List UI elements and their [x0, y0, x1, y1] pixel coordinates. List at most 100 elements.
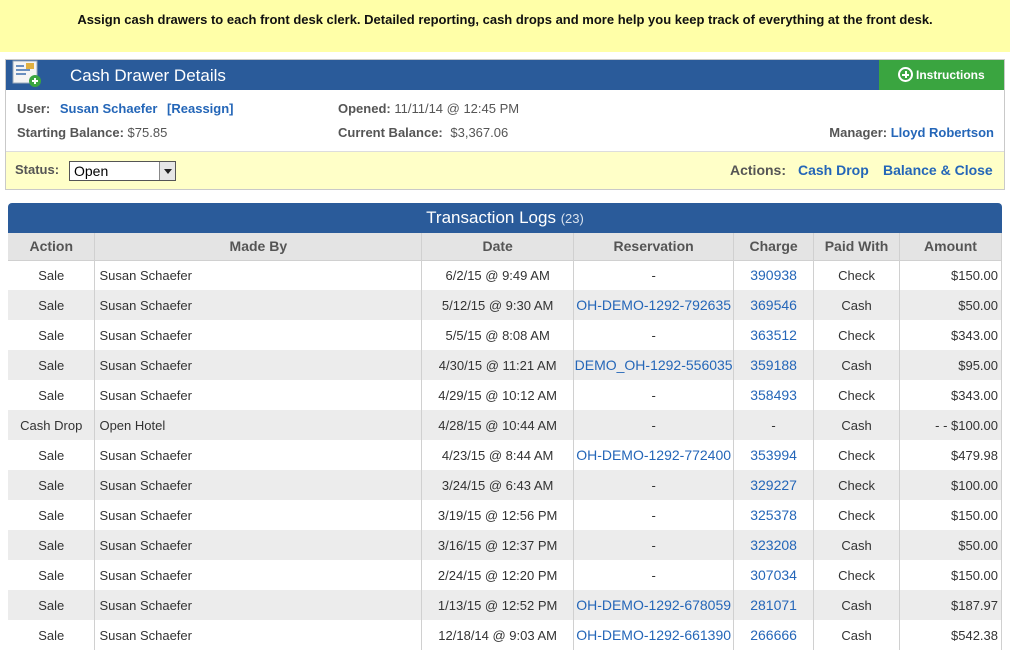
column-header[interactable]: Action: [8, 233, 96, 261]
reservation-link[interactable]: DEMO_OH-1292-556035: [575, 357, 733, 373]
reservation-cell: OH-DEMO-1292-661390: [573, 620, 735, 650]
charge-link[interactable]: 358493: [750, 387, 797, 403]
column-header[interactable]: Amount: [899, 233, 1002, 261]
date-cell: 2/24/15 @ 12:20 PM: [421, 560, 575, 590]
charge-link[interactable]: 353994: [750, 447, 797, 463]
table-row: Cash Drop Open Hotel 4/28/15 @ 10:44 AM - - C…: [8, 410, 1002, 440]
paid-with-cell: Cash: [813, 290, 900, 320]
user-row: User: Susan Schaefer [Reassign]: [17, 101, 234, 116]
instructions-button[interactable]: Instructions: [879, 60, 1004, 90]
status-selected-value: Open: [74, 163, 109, 179]
column-header[interactable]: Charge: [733, 233, 815, 261]
charge-cell: 281071: [733, 590, 815, 620]
charge-link[interactable]: 307034: [750, 567, 797, 583]
charge-link[interactable]: 266666: [750, 627, 797, 643]
amount-cell: $150.00: [899, 260, 1002, 290]
action-cell: Sale: [8, 470, 96, 500]
charge-link[interactable]: 323208: [750, 537, 797, 553]
action-cell: Sale: [8, 380, 96, 410]
action-cell: Sale: [8, 320, 96, 350]
starting-balance-label: Starting Balance:: [17, 125, 124, 140]
charge-link[interactable]: 325378: [750, 507, 797, 523]
starting-balance-row: Starting Balance: $75.85: [17, 125, 167, 140]
paid-with-cell: Check: [813, 560, 900, 590]
table-row: Sale Susan Schaefer 3/16/15 @ 12:37 PM -323…: [8, 530, 1002, 560]
column-header[interactable]: Date: [421, 233, 575, 261]
column-header[interactable]: Made By: [94, 233, 423, 261]
plus-circle-icon: [898, 67, 913, 82]
made-by-cell: Susan Schaefer: [94, 260, 423, 290]
date-cell: 5/12/15 @ 9:30 AM: [421, 290, 575, 320]
cash-drawer-icon: [12, 60, 41, 87]
transaction-table: Action Made By Date Reservation Charge P…: [8, 233, 1002, 650]
amount-cell: $100.00: [899, 470, 1002, 500]
action-cell: Sale: [8, 530, 96, 560]
reservation-cell: OH-DEMO-1292-792635: [573, 290, 735, 320]
reservation-link[interactable]: OH-DEMO-1292-792635: [576, 297, 731, 313]
reassign-link[interactable]: [Reassign]: [167, 101, 233, 116]
amount-cell: - - $100.00: [899, 410, 1002, 440]
made-by-cell: Susan Schaefer: [94, 500, 423, 530]
reservation-cell: -: [573, 500, 735, 530]
instructions-label: Instructions: [916, 68, 985, 82]
transaction-logs-title: Transaction Logs: [426, 208, 556, 227]
made-by-cell: Susan Schaefer: [94, 590, 423, 620]
reservation-cell: -: [573, 560, 735, 590]
reservation-cell: OH-DEMO-1292-772400: [573, 440, 735, 470]
manager-row: Manager: Lloyd Robertson: [829, 125, 994, 140]
user-name-link[interactable]: Susan Schaefer: [60, 101, 158, 116]
cash-drawer-panel: Cash Drawer Details Instructions User: S…: [5, 59, 1005, 190]
action-cell: Sale: [8, 500, 96, 530]
column-header[interactable]: Reservation: [573, 233, 735, 261]
chevron-down-icon[interactable]: [159, 162, 175, 180]
charge-link[interactable]: 359188: [750, 357, 797, 373]
date-cell: 4/23/15 @ 8:44 AM: [421, 440, 575, 470]
manager-name-link[interactable]: Lloyd Robertson: [891, 125, 994, 140]
charge-link[interactable]: 363512: [750, 327, 797, 343]
charge-link[interactable]: 329227: [750, 477, 797, 493]
cash-drop-link[interactable]: Cash Drop: [798, 162, 869, 178]
reservation-link[interactable]: OH-DEMO-1292-661390: [576, 627, 731, 643]
charge-cell: 325378: [733, 500, 815, 530]
made-by-cell: Susan Schaefer: [94, 320, 423, 350]
column-header[interactable]: Paid With: [813, 233, 900, 261]
status-label: Status:: [15, 162, 60, 177]
opened-row: Opened: 11/11/14 @ 12:45 PM: [338, 101, 519, 116]
table-row: Sale Susan Schaefer 6/2/15 @ 9:49 AM -39093…: [8, 260, 1002, 290]
charge-cell: 358493: [733, 380, 815, 410]
status-bar: Status: Open Actions: Cash Drop Balance …: [6, 151, 1004, 189]
reservation-link[interactable]: OH-DEMO-1292-772400: [576, 447, 731, 463]
action-cell: Cash Drop: [8, 410, 96, 440]
cash-drawer-header: Cash Drawer Details Instructions: [6, 60, 1004, 90]
reservation-link[interactable]: OH-DEMO-1292-678059: [576, 597, 731, 613]
charge-cell: -: [733, 410, 815, 440]
date-cell: 12/18/14 @ 9:03 AM: [421, 620, 575, 650]
transaction-logs-panel: Transaction Logs (23) Action Made By Dat…: [8, 203, 1002, 650]
charge-cell: 329227: [733, 470, 815, 500]
user-label: User:: [17, 101, 51, 116]
table-row: Sale Susan Schaefer 4/30/15 @ 11:21 AM DEMO…: [8, 350, 1002, 380]
charge-link[interactable]: 390938: [750, 267, 797, 283]
action-cell: Sale: [8, 560, 96, 590]
status-select[interactable]: Open: [69, 161, 176, 181]
date-cell: 3/16/15 @ 12:37 PM: [421, 530, 575, 560]
table-row: Sale Susan Schaefer 12/18/14 @ 9:03 AM OH-D…: [8, 620, 1002, 650]
action-cell: Sale: [8, 350, 96, 380]
made-by-cell: Susan Schaefer: [94, 440, 423, 470]
amount-cell: $542.38: [899, 620, 1002, 650]
charge-cell: 353994: [733, 440, 815, 470]
table-header-row: Action Made By Date Reservation Charge P…: [8, 233, 1002, 261]
amount-cell: $343.00: [899, 380, 1002, 410]
charge-cell: 323208: [733, 530, 815, 560]
paid-with-cell: Check: [813, 470, 900, 500]
amount-cell: $50.00: [899, 290, 1002, 320]
action-cell: Sale: [8, 440, 96, 470]
charge-link[interactable]: 369546: [750, 297, 797, 313]
action-cell: Sale: [8, 590, 96, 620]
paid-with-cell: Check: [813, 260, 900, 290]
charge-link[interactable]: 281071: [750, 597, 797, 613]
balance-close-link[interactable]: Balance & Close: [883, 162, 993, 178]
date-cell: 4/30/15 @ 11:21 AM: [421, 350, 575, 380]
amount-cell: $479.98: [899, 440, 1002, 470]
table-row: Sale Susan Schaefer 3/19/15 @ 12:56 PM -325…: [8, 500, 1002, 530]
